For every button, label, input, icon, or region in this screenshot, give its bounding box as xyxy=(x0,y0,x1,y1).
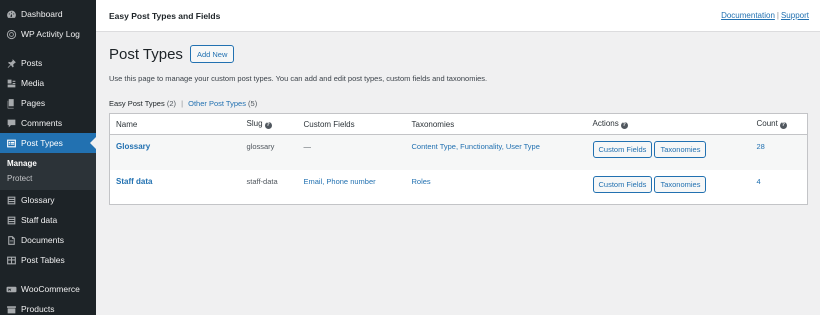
header-links: Documentation | Support xyxy=(721,11,809,20)
woocommerce-icon xyxy=(6,284,17,295)
taxonomies-button[interactable]: Taxonomies xyxy=(654,175,707,193)
comments-icon xyxy=(6,118,17,129)
table-icon xyxy=(6,255,17,266)
sidebar-item-label: Dashboard xyxy=(21,9,63,19)
sidebar-item-label: Documents xyxy=(21,235,64,245)
sidebar-item-glossary[interactable]: Glossary xyxy=(0,190,96,210)
sidebar-item-woocommerce[interactable]: WooCommerce xyxy=(0,279,96,299)
table-row: Glossary glossary — Content Type, Functi… xyxy=(109,134,808,170)
sidebar-item-label: WooCommerce xyxy=(21,284,80,294)
sidebar-item-label: Pages xyxy=(21,98,46,108)
sidebar-item-staff-data[interactable]: Staff data xyxy=(0,210,96,230)
document-icon xyxy=(6,235,17,246)
sidebar-item-label: Comments xyxy=(21,118,63,128)
filter-easy-post-types[interactable]: Easy Post Types xyxy=(109,99,165,108)
dashboard-icon xyxy=(6,9,17,20)
sidebar-item-comments[interactable]: Comments xyxy=(0,113,96,133)
table-header-row: Name Slug? Custom Fields Taxonomies Acti… xyxy=(109,113,808,135)
help-icon[interactable]: ? xyxy=(779,122,787,129)
custom-fields-link[interactable]: Email, Phone number xyxy=(304,177,376,186)
plugin-title: Easy Post Types and Fields xyxy=(109,10,221,21)
column-header-slug: Slug? xyxy=(240,113,298,135)
post-types-submenu: Manage Protect xyxy=(0,153,96,190)
count-link[interactable]: 28 xyxy=(757,142,765,151)
sidebar-item-label: Products xyxy=(21,304,55,314)
sidebar-item-label: Media xyxy=(21,78,45,88)
sidebar-item-wp-activity-log[interactable]: WP Activity Log xyxy=(0,24,96,44)
pages-icon xyxy=(6,98,17,109)
taxonomies-link[interactable]: Roles xyxy=(412,177,431,186)
sidebar-item-media[interactable]: Media xyxy=(0,73,96,93)
filter-other-post-types[interactable]: Other Post Types xyxy=(188,99,246,108)
filter-easy-count: (2) xyxy=(166,99,176,108)
slug-cell: staff-data xyxy=(246,176,278,186)
sidebar-item-post-types[interactable]: Post Types xyxy=(0,133,96,153)
column-header-actions: Actions? xyxy=(586,113,751,135)
sidebar-item-posts[interactable]: Posts xyxy=(0,53,96,73)
filter-other-count: (5) xyxy=(248,99,258,108)
slug-cell: glossary xyxy=(240,134,298,170)
sidebar-item-label: Staff data xyxy=(21,215,58,225)
custom-fields-button[interactable]: Custom Fields xyxy=(592,175,653,193)
post-types-icon xyxy=(6,138,17,149)
list-icon xyxy=(6,215,17,226)
products-icon xyxy=(6,304,17,315)
help-icon[interactable]: ? xyxy=(620,122,628,129)
post-type-name-link[interactable]: Staff data xyxy=(116,177,152,186)
column-header-custom-fields: Custom Fields xyxy=(297,113,406,135)
heading-row: Post Types Add New xyxy=(109,44,808,64)
page-description: Use this page to manage your custom post… xyxy=(109,74,488,83)
media-icon xyxy=(6,78,17,89)
add-new-button[interactable]: Add New xyxy=(189,45,235,63)
post-types-table: Name Slug? Custom Fields Taxonomies Acti… xyxy=(109,113,808,205)
taxonomies-button[interactable]: Taxonomies xyxy=(654,141,707,158)
post-type-filters: Easy Post Types (2) | Other Post Types (… xyxy=(109,99,808,108)
sidebar-item-label: Post Tables xyxy=(21,255,65,265)
custom-fields-button[interactable]: Custom Fields xyxy=(592,141,653,158)
list-icon xyxy=(6,195,17,206)
sidebar-item-dashboard[interactable]: Dashboard xyxy=(0,4,96,24)
sidebar-item-label: Posts xyxy=(21,58,43,68)
link-separator: | xyxy=(776,11,779,20)
actions-cell: Custom Fields Taxonomies xyxy=(586,134,751,170)
column-header-name: Name xyxy=(109,113,241,135)
admin-sidebar: Dashboard WP Activity Log Posts Media Pa… xyxy=(0,0,96,315)
support-link[interactable]: Support xyxy=(781,11,809,20)
taxonomies-link[interactable]: Content Type, Functionality, User Type xyxy=(412,142,540,151)
filter-separator: | xyxy=(181,99,184,108)
post-type-name-link[interactable]: Glossary xyxy=(116,142,150,151)
sidebar-item-post-tables[interactable]: Post Tables xyxy=(0,250,96,270)
submenu-item-protect[interactable]: Protect xyxy=(0,171,96,186)
documentation-link[interactable]: Documentation xyxy=(721,11,775,20)
sidebar-item-label: WP Activity Log xyxy=(21,29,80,39)
column-header-count: Count? xyxy=(750,113,808,135)
plugin-header-bar: Easy Post Types and Fields Documentation… xyxy=(96,0,820,32)
custom-fields-cell: — xyxy=(297,134,406,170)
sidebar-item-pages[interactable]: Pages xyxy=(0,93,96,113)
count-link[interactable]: 4 xyxy=(757,177,761,186)
sidebar-item-label: Glossary xyxy=(21,195,55,205)
submenu-item-manage[interactable]: Manage xyxy=(0,156,96,171)
help-icon[interactable]: ? xyxy=(264,122,272,129)
pushpin-icon xyxy=(6,58,17,69)
activity-log-icon xyxy=(6,29,17,40)
page-title: Post Types xyxy=(109,45,183,63)
actions-cell: Custom Fields Taxonomies xyxy=(587,170,751,205)
column-header-taxonomies: Taxonomies xyxy=(405,113,587,135)
main-content: Post Types Add New Use this page to mana… xyxy=(109,32,808,205)
sidebar-item-label: Post Types xyxy=(21,138,63,148)
sidebar-item-documents[interactable]: Documents xyxy=(0,230,96,250)
table-row: Staff data staff-data Email, Phone numbe… xyxy=(110,170,808,205)
sidebar-item-products[interactable]: Products xyxy=(0,299,96,315)
